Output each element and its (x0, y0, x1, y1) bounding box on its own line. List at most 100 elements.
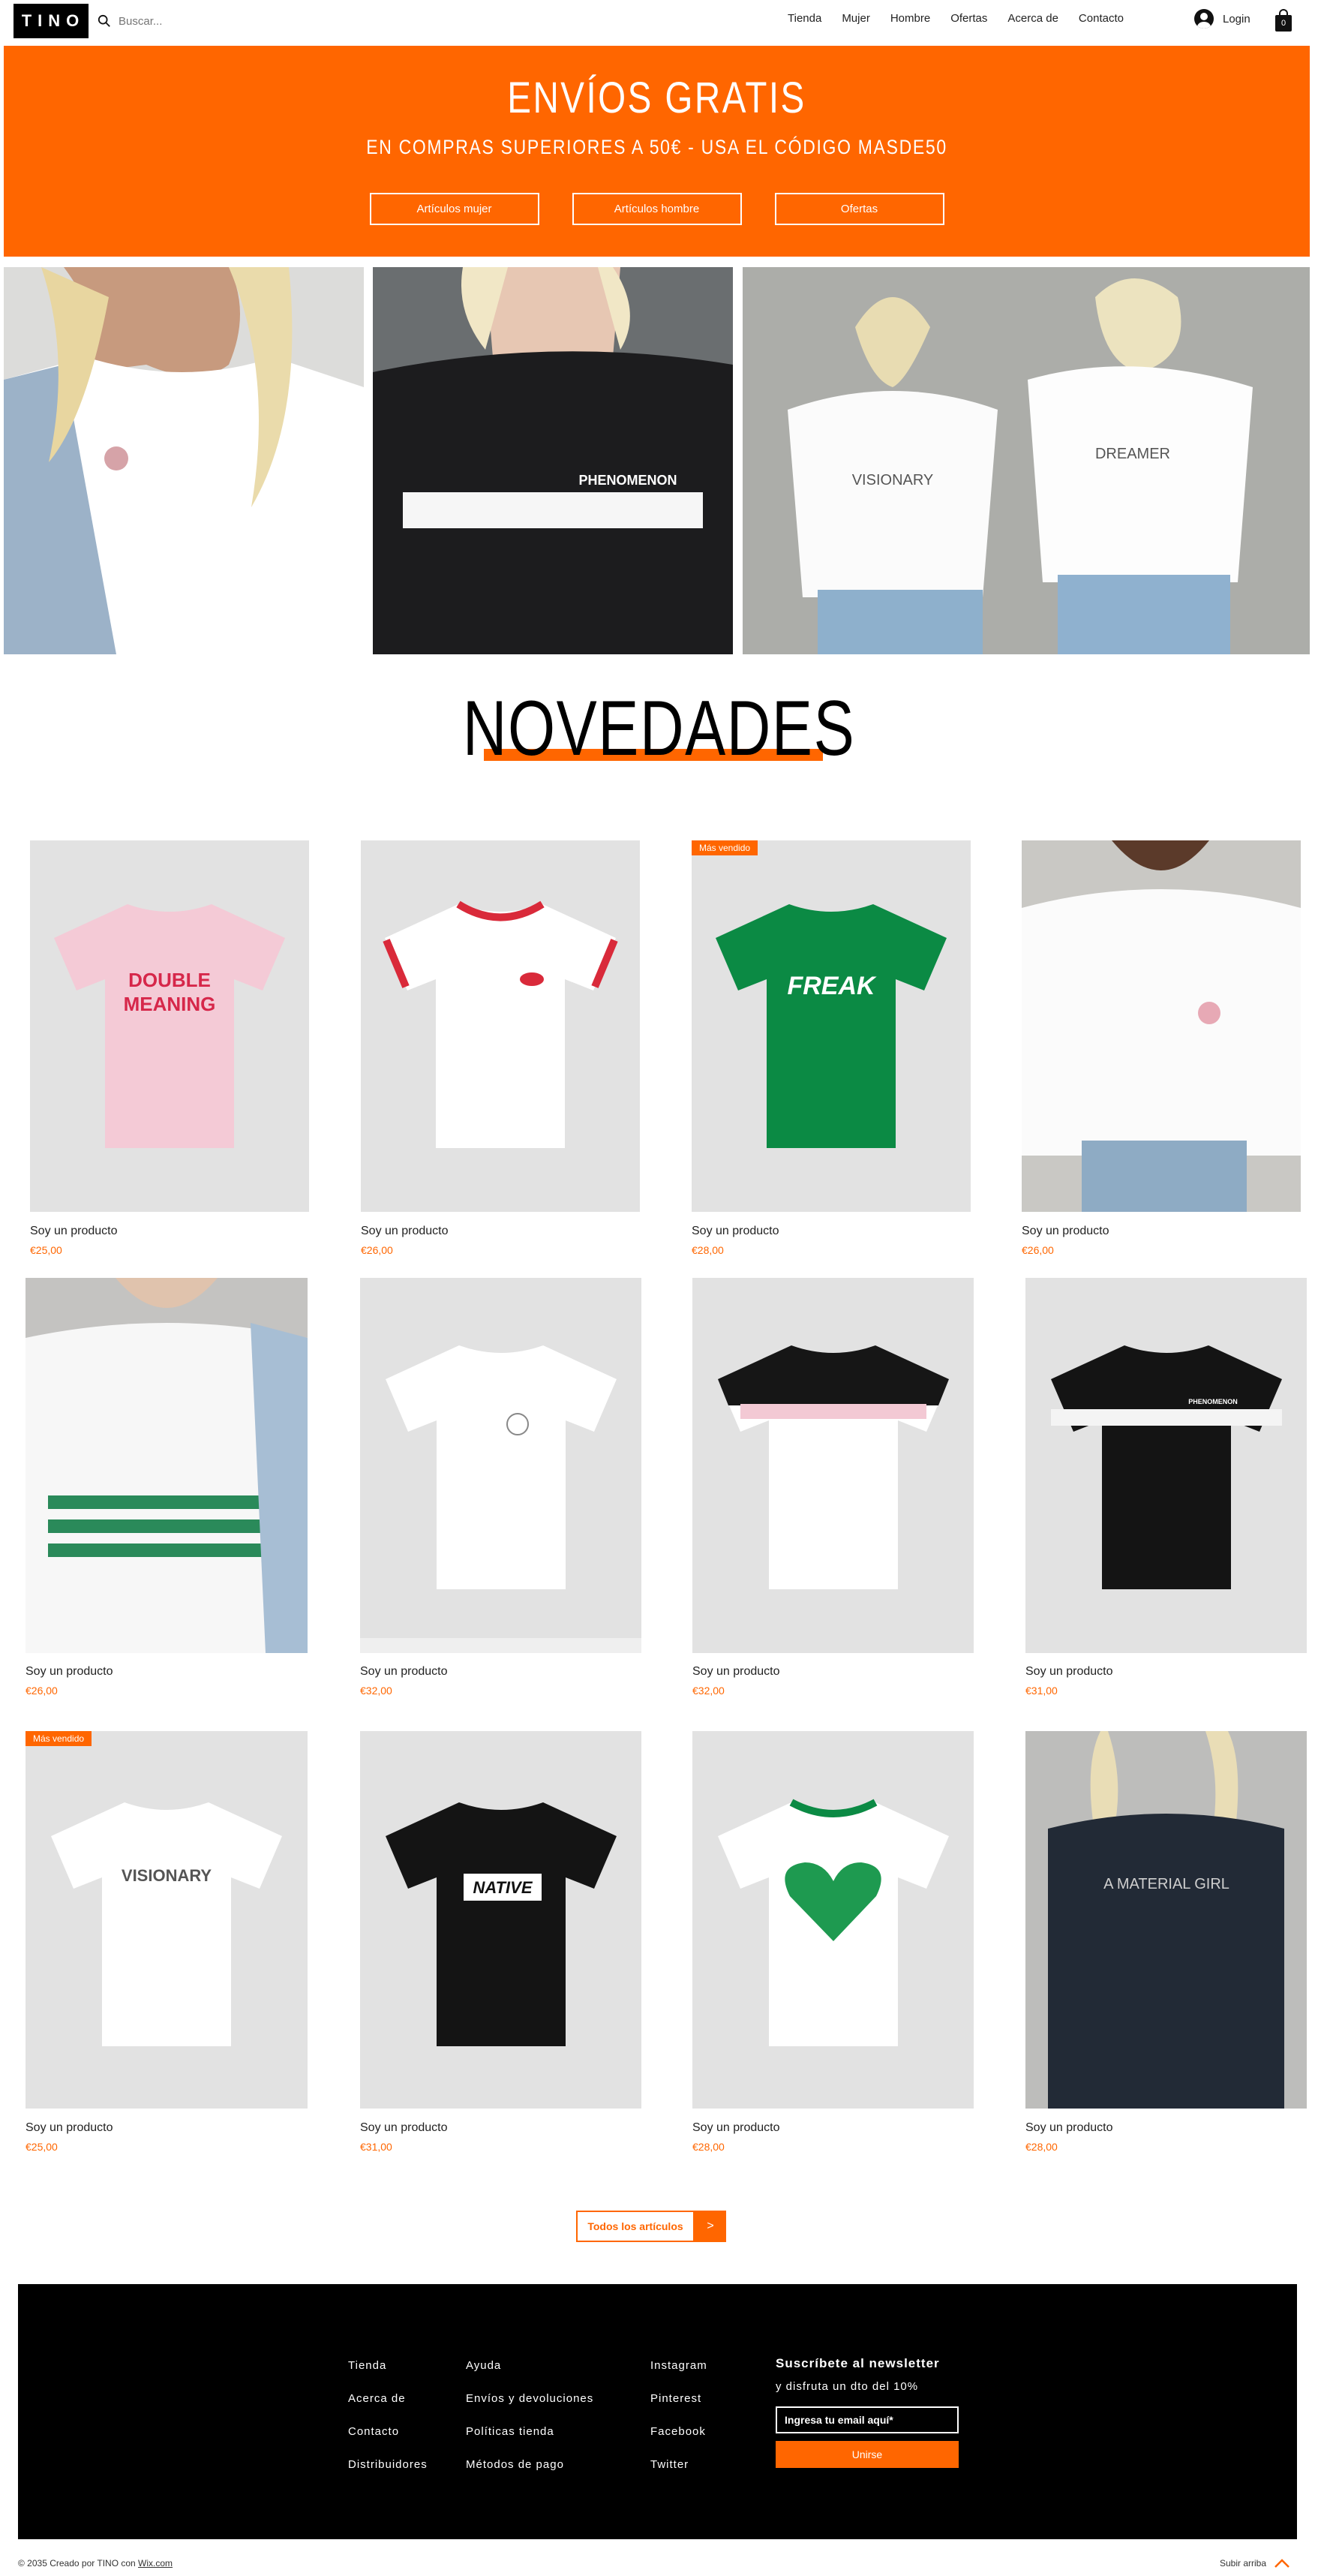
hero-photo-woman[interactable] (4, 267, 364, 654)
product-name[interactable]: Soy un producto (26, 1665, 113, 1679)
all-items-label[interactable]: Todos los artículos (576, 2211, 695, 2242)
subscribe-button[interactable]: Unirse (776, 2441, 959, 2468)
nav-tienda[interactable]: Tienda (788, 12, 821, 25)
login-button[interactable]: Login (1194, 9, 1250, 29)
product-name[interactable]: Soy un producto (1025, 2121, 1113, 2135)
nav-mujer[interactable]: Mujer (842, 12, 870, 25)
hero-photo-man[interactable]: PHENOMENON (373, 267, 733, 654)
footer-link-pago[interactable]: Métodos de pago (466, 2458, 593, 2471)
footer-link-instagram[interactable]: Instagram (650, 2359, 707, 2372)
best-seller-badge: Más vendido (26, 1731, 92, 1746)
footer-link-acerca[interactable]: Acerca de (348, 2392, 428, 2405)
main-nav: Tienda Mujer Hombre Ofertas Acerca de Co… (788, 12, 1144, 25)
hero-shirt-print-dreamer: DREAMER (1095, 446, 1170, 462)
product-card[interactable]: Soy un producto €26,00 (26, 1278, 308, 1706)
hero-photo-couple[interactable]: VISIONARY DREAMER (743, 267, 1310, 654)
all-items-button[interactable]: Todos los artículos > (576, 2211, 726, 2242)
product-card[interactable]: Más vendido FREAK Soy un producto €28,00 (692, 840, 971, 1261)
product-image[interactable] (692, 1731, 974, 2109)
product-image[interactable]: A MATERIAL GIRL (1025, 1731, 1307, 2109)
product-name[interactable]: Soy un producto (692, 1665, 780, 1679)
search-icon (98, 14, 110, 27)
product-name[interactable]: Soy un producto (361, 1225, 449, 1238)
product-name[interactable]: Soy un producto (692, 1225, 779, 1238)
footer-link-envios[interactable]: Envíos y devoluciones (466, 2392, 593, 2405)
newsletter-form: Suscríbete al newsletter y disfruta un d… (776, 2356, 971, 2468)
hero-shirt-print-visionary: VISIONARY (852, 472, 934, 488)
section-title: NOVEDADES (462, 685, 856, 772)
banner-title: ENVÍOS GRATIS (507, 74, 806, 122)
product-image[interactable]: NATIVE (360, 1731, 641, 2109)
product-image[interactable]: PHENOMENON (1025, 1278, 1307, 1653)
footer-col-help: Ayuda Envíos y devoluciones Políticas ti… (466, 2359, 593, 2491)
footer-link-ayuda[interactable]: Ayuda (466, 2359, 593, 2372)
offers-button[interactable]: Ofertas (774, 193, 944, 225)
product-name[interactable]: Soy un producto (30, 1225, 118, 1238)
copyright: © 2035 Creado por TINO con Wix.com (18, 2558, 173, 2568)
search-input[interactable] (119, 14, 284, 28)
svg-text:VISIONARY: VISIONARY (122, 1866, 212, 1885)
product-image[interactable]: VISIONARY (26, 1731, 308, 2109)
product-image[interactable]: DOUBLE MEANING (30, 840, 309, 1212)
svg-text:FREAK: FREAK (787, 972, 877, 1000)
product-card[interactable]: Soy un producto €26,00 (1022, 840, 1301, 1261)
nav-contacto[interactable]: Contacto (1079, 12, 1124, 25)
product-image[interactable] (1022, 840, 1301, 1212)
product-card[interactable]: A MATERIAL GIRL Soy un producto €28,00 (1025, 1731, 1307, 2159)
bottom-bar: © 2035 Creado por TINO con Wix.com Subir… (0, 2555, 1318, 2576)
product-price: €32,00 (692, 1685, 725, 1697)
product-image[interactable] (360, 1278, 641, 1653)
product-card[interactable]: Soy un producto €32,00 (692, 1278, 974, 1706)
back-to-top-button[interactable]: Subir arriba (1220, 2558, 1290, 2568)
svg-text:DOUBLE: DOUBLE (128, 969, 211, 991)
banner-subtitle: EN COMPRAS SUPERIORES A 50€ - USA EL CÓD… (366, 136, 947, 158)
product-image[interactable]: FREAK (692, 840, 971, 1212)
search-bar[interactable] (98, 11, 293, 32)
footer-link-distribuidores[interactable]: Distribuidores (348, 2458, 428, 2471)
product-card[interactable]: Soy un producto €28,00 (692, 1731, 974, 2159)
email-field[interactable]: Ingresa tu email aquí* (776, 2406, 959, 2433)
svg-text:A MATERIAL GIRL: A MATERIAL GIRL (1103, 1876, 1229, 1892)
product-card[interactable]: Soy un producto €32,00 (360, 1278, 641, 1706)
nav-hombre[interactable]: Hombre (890, 12, 930, 25)
promo-banner: ENVÍOS GRATIS EN COMPRAS SUPERIORES A 50… (4, 46, 1310, 257)
product-card[interactable]: DOUBLE MEANING Soy un producto €25,00 (30, 840, 309, 1261)
men-items-button[interactable]: Artículos hombre (572, 193, 742, 225)
footer-link-pinterest[interactable]: Pinterest (650, 2392, 707, 2405)
hero-photo-3-illustration: VISIONARY DREAMER (743, 267, 1310, 654)
footer-link-facebook[interactable]: Facebook (650, 2425, 707, 2438)
tshirt-white-print (360, 1345, 641, 1653)
footer-link-twitter[interactable]: Twitter (650, 2458, 707, 2471)
tshirt-white-ringer (383, 900, 618, 1148)
product-name[interactable]: Soy un producto (692, 2121, 780, 2135)
product-name[interactable]: Soy un producto (360, 1665, 448, 1679)
back-to-top-label: Subir arriba (1220, 2558, 1267, 2568)
wix-link[interactable]: Wix.com (138, 2558, 173, 2568)
product-card[interactable]: PHENOMENON Soy un producto €31,00 (1025, 1278, 1307, 1706)
site-logo[interactable]: TINO (14, 4, 89, 38)
cart-button[interactable]: 0 (1275, 9, 1292, 32)
best-seller-badge: Más vendido (692, 840, 758, 855)
product-image[interactable] (692, 1278, 974, 1653)
chevron-up-icon (1274, 2559, 1289, 2568)
women-items-button[interactable]: Artículos mujer (369, 193, 539, 225)
product-image[interactable] (26, 1278, 308, 1653)
tshirt-black-phenomenon: PHENOMENON (1051, 1345, 1282, 1589)
product-card[interactable]: Soy un producto €26,00 (361, 840, 640, 1261)
product-name[interactable]: Soy un producto (1025, 1665, 1113, 1679)
model-photo-material-girl: A MATERIAL GIRL (1025, 1731, 1307, 2109)
nav-ofertas[interactable]: Ofertas (950, 12, 987, 25)
footer-link-contacto[interactable]: Contacto (348, 2425, 428, 2438)
footer-link-politicas[interactable]: Políticas tienda (466, 2425, 593, 2438)
product-image[interactable] (361, 840, 640, 1212)
product-name[interactable]: Soy un producto (360, 2121, 448, 2135)
footer-link-tienda[interactable]: Tienda (348, 2359, 428, 2372)
hero-shirt-print: PHENOMENON (578, 473, 677, 488)
product-name[interactable]: Soy un producto (1022, 1225, 1109, 1238)
product-name[interactable]: Soy un producto (26, 2121, 113, 2135)
nav-acerca-de[interactable]: Acerca de (1007, 12, 1058, 25)
product-card[interactable]: NATIVE Soy un producto €31,00 (360, 1731, 641, 2159)
arrow-right-icon[interactable]: > (695, 2211, 726, 2242)
newsletter-title: Suscríbete al newsletter (776, 2356, 940, 2370)
product-card[interactable]: Más vendido VISIONARY Soy un producto €2… (26, 1731, 308, 2159)
